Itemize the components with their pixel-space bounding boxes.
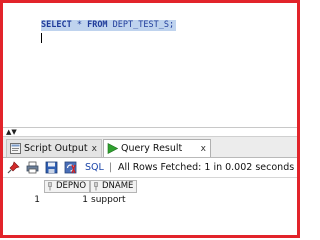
toolbar-separator: |: [109, 162, 113, 173]
sql-keyword-select: SELECT: [41, 20, 72, 30]
sql-table-name: DEPT_TEST_S;: [107, 20, 175, 30]
tab-script-output-label: Script Output: [24, 143, 88, 154]
pin-icon[interactable]: [7, 161, 20, 174]
row-number: 1: [34, 195, 40, 205]
cell-depno[interactable]: 1: [44, 194, 88, 207]
app-window: SELECT * FROM DEPT_TEST_S; ▲▼ Script Out…: [0, 0, 300, 238]
tab-query-result[interactable]: Query Result x: [103, 139, 211, 157]
run-arrow-icon: [107, 143, 118, 154]
sql-keyword-from: FROM: [87, 20, 108, 30]
panel-splitter[interactable]: ▲▼: [3, 127, 297, 137]
split-arrows-icon[interactable]: ▲▼: [6, 128, 17, 137]
results-grid-header: DEPNO DNAME: [3, 180, 297, 193]
sql-button[interactable]: SQL: [85, 161, 104, 174]
close-icon[interactable]: x: [201, 140, 206, 158]
cell-dname[interactable]: support: [91, 194, 126, 207]
refresh-icon[interactable]: [64, 161, 77, 174]
tab-script-output[interactable]: Script Output x: [6, 139, 102, 157]
print-icon[interactable]: [26, 161, 39, 174]
close-icon[interactable]: x: [92, 140, 97, 158]
text-cursor: [41, 33, 42, 43]
save-icon[interactable]: [45, 161, 58, 174]
column-pin-icon: [48, 182, 52, 191]
sql-statement-line[interactable]: SELECT * FROM DEPT_TEST_S;: [41, 20, 177, 31]
table-row[interactable]: 1 1 support: [3, 194, 297, 207]
results-tab-bar: Script Output x Query Result x: [3, 137, 297, 158]
column-pin-icon: [94, 182, 98, 191]
column-header-depno-label: DEPNO: [56, 181, 87, 191]
script-output-icon: [10, 143, 21, 154]
tab-query-result-label: Query Result: [121, 143, 183, 154]
column-header-dname-label: DNAME: [102, 181, 134, 191]
results-toolbar: SQL | All Rows Fetched: 1 in 0.002 secon…: [3, 158, 297, 178]
column-header-dname[interactable]: DNAME: [90, 180, 137, 193]
sql-editor[interactable]: SELECT * FROM DEPT_TEST_S;: [3, 3, 297, 127]
editor-gutter: [3, 3, 39, 127]
fetch-status-text: All Rows Fetched: 1 in 0.002 seconds: [118, 162, 295, 173]
sql-star: *: [71, 20, 88, 30]
column-header-depno[interactable]: DEPNO: [44, 180, 90, 193]
